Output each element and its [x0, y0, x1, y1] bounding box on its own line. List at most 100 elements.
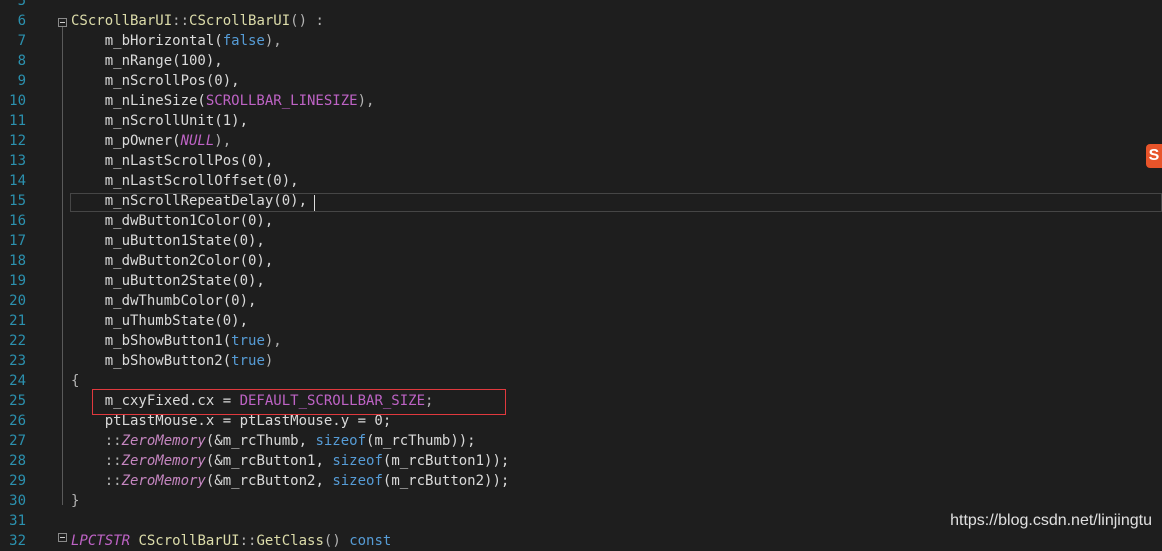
code-token: m_nScrollUnit(1),: [71, 113, 249, 129]
code-line[interactable]: 27 ::ZeroMemory(&m_rcThumb, sizeof(m_rcT…: [0, 431, 1162, 451]
code-token: ): [264, 353, 274, 369]
code-line[interactable]: 20 m_dwThumbColor(0),: [0, 291, 1162, 311]
code-text: m_dwThumbColor(0),: [71, 291, 257, 311]
code-line[interactable]: 16 m_dwButton1Color(0),: [0, 211, 1162, 231]
code-line[interactable]: 18 m_dwButton2Color(0),: [0, 251, 1162, 271]
line-number: 29: [9, 473, 26, 489]
code-text: LPCTSTR CScrollBarUI::GetClass() const: [71, 531, 391, 551]
ime-logo[interactable]: S: [1146, 144, 1162, 168]
code-line[interactable]: 23 m_bShowButton2(true): [0, 351, 1162, 371]
code-editor[interactable]: 5 6 CScrollBarUI::CScrollBarUI() :7 m_bHor…: [0, 0, 1162, 549]
code-token: m_uThumbState(0),: [71, 313, 249, 329]
code-token: false: [222, 33, 265, 49]
code-line[interactable]: 15 m_nScrollRepeatDelay(0),: [0, 191, 1162, 211]
code-text: m_nScrollRepeatDelay(0),: [71, 191, 307, 211]
code-token: GetClass: [256, 533, 324, 549]
code-token: (m_rcButton1));: [382, 453, 510, 469]
code-token: (m_rcButton2));: [382, 473, 510, 489]
code-token: ZeroMemory: [121, 453, 206, 469]
text-caret: [314, 195, 315, 211]
line-number: 6: [17, 13, 26, 29]
line-number: 5: [17, 0, 26, 9]
code-token: m_uButton2State(0),: [71, 273, 265, 289]
line-number: 19: [9, 273, 26, 289]
code-token: (&m_rcThumb,: [205, 433, 316, 449]
code-text: m_pOwner(NULL),: [71, 131, 231, 151]
code-token: m_dwButton1Color(0),: [71, 213, 274, 229]
line-number: 17: [9, 233, 26, 249]
code-line[interactable]: 24 {: [0, 371, 1162, 391]
code-token: (): [323, 533, 350, 549]
code-token: ::: [239, 533, 257, 549]
code-token: m_dwButton2Color(0),: [71, 253, 274, 269]
code-token: sizeof: [315, 433, 367, 449]
code-line[interactable]: 32 LPCTSTR CScrollBarUI::GetClass() const: [0, 531, 1162, 551]
code-text: m_nScrollUnit(1),: [71, 111, 248, 131]
code-line[interactable]: 7 m_bHorizontal(false),: [0, 31, 1162, 51]
code-token: m_nScrollRepeatDelay(0),: [71, 193, 308, 209]
code-text: m_nRange(100),: [71, 51, 223, 71]
line-number: 18: [9, 253, 26, 269]
line-number: 24: [9, 373, 26, 389]
code-line[interactable]: 21 m_uThumbState(0),: [0, 311, 1162, 331]
code-line[interactable]: 30}: [0, 491, 1162, 511]
code-token: m_pOwner(: [71, 133, 181, 149]
line-number: 26: [9, 413, 26, 429]
line-number: 28: [9, 453, 26, 469]
code-token: m_nScrollPos(0),: [71, 73, 240, 89]
code-line[interactable]: 14 m_nLastScrollOffset(0),: [0, 171, 1162, 191]
code-text: m_uThumbState(0),: [71, 311, 248, 331]
code-text: m_dwButton2Color(0),: [71, 251, 274, 271]
code-token: sizeof: [332, 473, 383, 489]
code-text: m_uButton2State(0),: [71, 271, 265, 291]
code-token: m_nLastScrollPos(0),: [71, 153, 274, 169]
code-line[interactable]: 11 m_nScrollUnit(1),: [0, 111, 1162, 131]
code-token: m_nRange(100),: [71, 53, 223, 69]
code-text: ::ZeroMemory(&m_rcButton2, sizeof(m_rcBu…: [71, 471, 510, 491]
code-text: m_bShowButton1(true),: [71, 331, 282, 351]
code-line[interactable]: 13 m_nLastScrollPos(0),: [0, 151, 1162, 171]
code-line[interactable]: 5: [0, 0, 1162, 11]
code-line[interactable]: 29 ::ZeroMemory(&m_rcButton2, sizeof(m_r…: [0, 471, 1162, 491]
code-token: ::: [71, 473, 122, 489]
code-text: ::ZeroMemory(&m_rcButton1, sizeof(m_rcBu…: [71, 451, 510, 471]
code-text: m_bShowButton2(true): [71, 351, 274, 371]
code-token: {: [71, 373, 80, 389]
code-text: m_uButton1State(0),: [71, 231, 265, 251]
code-token: ),: [264, 33, 282, 49]
code-text: m_dwButton1Color(0),: [71, 211, 274, 231]
code-token: CScrollBarUI: [71, 13, 173, 29]
code-line[interactable]: 19 m_uButton2State(0),: [0, 271, 1162, 291]
line-number: 14: [9, 173, 26, 189]
line-number: 21: [9, 313, 26, 329]
line-number: 30: [9, 493, 26, 509]
line-number: 11: [9, 113, 26, 129]
code-line[interactable]: 22 m_bShowButton1(true),: [0, 331, 1162, 351]
code-line[interactable]: 10 m_nLineSize(SCROLLBAR_LINESIZE),: [0, 91, 1162, 111]
watermark-text: https://blog.csdn.net/linjingtu: [950, 512, 1152, 529]
code-line[interactable]: 12 m_pOwner(NULL),: [0, 131, 1162, 151]
line-number: 13: [9, 153, 26, 169]
line-number: 8: [17, 53, 26, 69]
code-line[interactable]: 9 m_nScrollPos(0),: [0, 71, 1162, 91]
code-text: ::ZeroMemory(&m_rcThumb, sizeof(m_rcThum…: [71, 431, 476, 451]
code-token: ZeroMemory: [121, 433, 206, 449]
code-token: LPCTSTR: [71, 533, 139, 549]
code-token: m_bShowButton2(: [71, 353, 232, 369]
code-token: m_nLastScrollOffset(0),: [71, 173, 299, 189]
line-number: 16: [9, 213, 26, 229]
code-line[interactable]: 17 m_uButton1State(0),: [0, 231, 1162, 251]
code-token: (&m_rcButton1,: [205, 453, 333, 469]
code-token: m_bHorizontal(: [71, 33, 223, 49]
code-token: const: [349, 533, 392, 549]
line-number: 12: [9, 133, 26, 149]
code-text: m_nLineSize(SCROLLBAR_LINESIZE),: [71, 91, 375, 111]
code-token: () :: [290, 13, 324, 29]
code-line[interactable]: 6 CScrollBarUI::CScrollBarUI() :: [0, 11, 1162, 31]
line-number: 9: [17, 73, 26, 89]
code-token: SCROLLBAR_LINESIZE: [205, 93, 358, 109]
code-line[interactable]: 8 m_nRange(100),: [0, 51, 1162, 71]
code-line[interactable]: 28 ::ZeroMemory(&m_rcButton1, sizeof(m_r…: [0, 451, 1162, 471]
code-token: (m_rcThumb));: [366, 433, 476, 449]
code-token: ),: [357, 93, 375, 109]
